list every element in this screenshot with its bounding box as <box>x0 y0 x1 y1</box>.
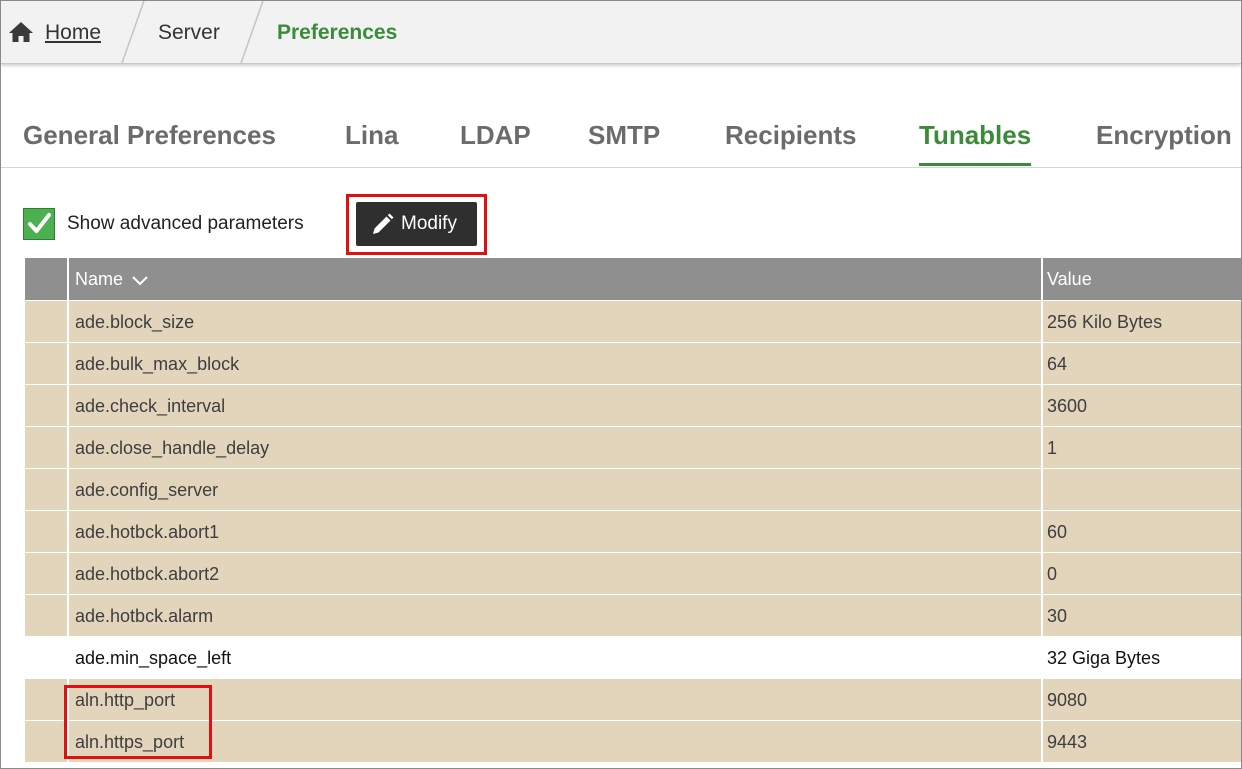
column-divider <box>1041 385 1043 426</box>
table-row[interactable]: ade.close_handle_delay 1 <box>25 426 1241 468</box>
tab-tunables[interactable]: Tunables <box>919 119 1032 166</box>
breadcrumb-server-link[interactable]: Server <box>158 19 220 47</box>
row-name: ade.bulk_max_block <box>75 354 240 374</box>
row-value: 60 <box>1047 522 1068 542</box>
pencil-icon <box>373 213 394 234</box>
ports-highlight-box <box>64 685 212 759</box>
row-value: 3600 <box>1047 396 1088 416</box>
row-selector[interactable] <box>25 469 69 510</box>
column-divider <box>1041 595 1043 636</box>
row-value: 64 <box>1047 354 1068 374</box>
modify-button-label: Modify <box>401 213 457 234</box>
row-selector[interactable] <box>25 553 69 594</box>
row-selector[interactable] <box>25 637 69 678</box>
app-window: Home Server Preferences General Preferen… <box>0 0 1242 769</box>
row-name: ade.hotbck.abort2 <box>75 564 220 584</box>
breadcrumb-current: Preferences <box>277 21 398 44</box>
tab-encryption[interactable]: Encryption <box>1096 119 1232 151</box>
column-divider <box>1041 427 1043 468</box>
table-row[interactable]: ade.min_space_left 32 Giga Bytes <box>25 636 1241 678</box>
tab-smtp[interactable]: SMTP <box>588 119 660 151</box>
column-divider <box>1041 469 1043 510</box>
row-name: ade.check_interval <box>75 396 226 416</box>
column-divider <box>1041 637 1043 678</box>
row-selector[interactable] <box>25 679 69 720</box>
tab-recipients[interactable]: Recipients <box>725 119 857 151</box>
table-row[interactable]: ade.hotbck.abort1 60 <box>25 510 1241 552</box>
breadcrumb-home-link[interactable]: Home <box>45 19 101 47</box>
show-advanced-label[interactable]: Show advanced parameters <box>67 213 304 235</box>
tab-lina[interactable]: Lina <box>345 119 398 151</box>
row-selector[interactable] <box>25 301 69 342</box>
column-divider <box>1041 553 1043 594</box>
table-header: Name Value <box>25 258 1241 300</box>
row-name: ade.min_space_left <box>75 648 232 668</box>
row-name: ade.hotbck.alarm <box>75 606 214 626</box>
row-selector[interactable] <box>25 595 69 636</box>
row-selector[interactable] <box>25 427 69 468</box>
home-icon[interactable] <box>8 21 34 43</box>
tab-ldap[interactable]: LDAP <box>460 119 531 151</box>
table-row[interactable]: ade.check_interval 3600 <box>25 384 1241 426</box>
column-header-value[interactable]: Value <box>1047 258 1092 300</box>
column-header-name[interactable]: Name <box>75 258 149 300</box>
show-advanced-checkbox[interactable] <box>23 208 55 240</box>
breadcrumb-separator <box>240 1 264 63</box>
table-row[interactable]: ade.block_size 256 Kilo Bytes <box>25 300 1241 342</box>
column-divider <box>1041 721 1043 762</box>
row-value: 32 Giga Bytes <box>1047 648 1161 668</box>
header-divider <box>67 258 69 300</box>
breadcrumb: Home Server Preferences <box>1 1 1241 64</box>
column-divider <box>1041 343 1043 384</box>
row-name: ade.block_size <box>75 312 195 332</box>
row-value: 1 <box>1047 438 1058 458</box>
table-row[interactable]: ade.bulk_max_block 64 <box>25 342 1241 384</box>
row-value: 9443 <box>1047 732 1088 752</box>
row-name: ade.close_handle_delay <box>75 438 270 458</box>
modify-button[interactable]: Modify <box>356 202 477 246</box>
checkmark-icon <box>28 213 51 233</box>
header-divider <box>1041 258 1043 300</box>
column-divider <box>1041 511 1043 552</box>
row-name: ade.config_server <box>75 480 219 500</box>
row-selector[interactable] <box>25 721 69 762</box>
row-value: 256 Kilo Bytes <box>1047 312 1163 332</box>
table-row[interactable]: ade.hotbck.alarm 30 <box>25 594 1241 636</box>
tab-bar: General Preferences Lina LDAP SMTP Recip… <box>1 101 1241 168</box>
column-divider <box>1041 679 1043 720</box>
row-value: 30 <box>1047 606 1068 626</box>
row-value: 0 <box>1047 564 1058 584</box>
row-selector[interactable] <box>25 511 69 552</box>
row-value: 9080 <box>1047 690 1088 710</box>
column-divider <box>1041 301 1043 342</box>
row-selector[interactable] <box>25 385 69 426</box>
breadcrumb-separator <box>121 1 145 63</box>
tab-general-preferences[interactable]: General Preferences <box>23 119 276 151</box>
table-row[interactable]: ade.hotbck.abort2 0 <box>25 552 1241 594</box>
chevron-down-icon <box>132 276 148 286</box>
table-row[interactable]: ade.config_server <box>25 468 1241 510</box>
row-selector[interactable] <box>25 343 69 384</box>
row-name: ade.hotbck.abort1 <box>75 522 220 542</box>
column-header-name-label: Name <box>75 269 124 289</box>
